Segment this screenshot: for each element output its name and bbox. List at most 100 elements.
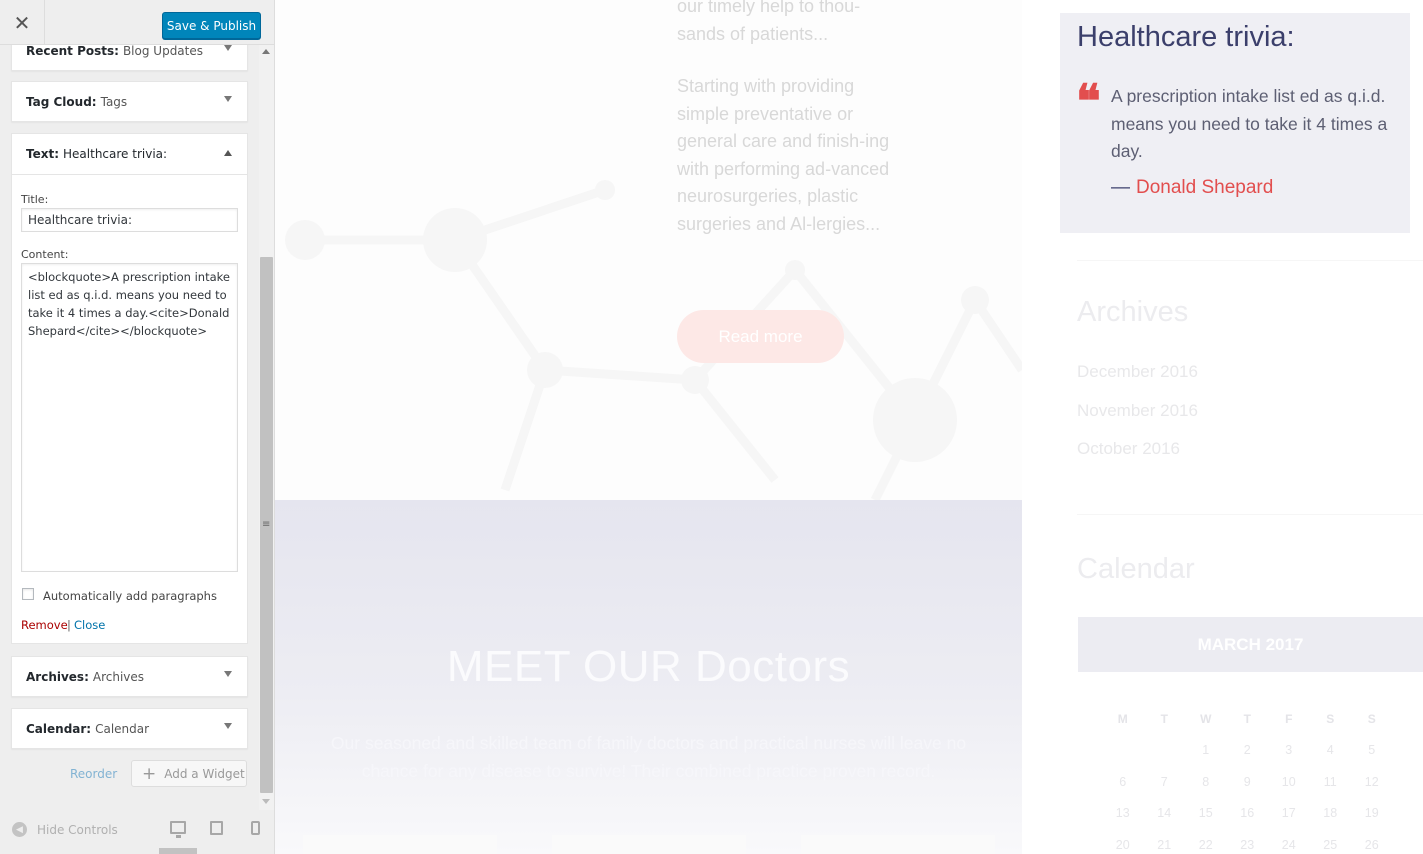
quote-icon: ❝ <box>1076 76 1101 127</box>
site-preview: our timely help to thou-sands of patient… <box>275 0 1423 854</box>
calendar-day[interactable]: 13 <box>1102 806 1144 820</box>
calendar-weekday-row: MTWTFSS <box>1102 703 1422 735</box>
calendar-weekday: M <box>1117 711 1128 726</box>
hide-controls-label[interactable]: Hide Controls <box>37 823 118 837</box>
chevron-up-icon[interactable] <box>224 150 232 156</box>
mobile-icon[interactable] <box>251 821 260 835</box>
widget-title-label: Tags <box>100 94 128 109</box>
widget-tag-cloud[interactable]: Tag Cloud: Tags <box>11 81 248 122</box>
customizer-sidebar: Recent Posts: Blog Updates Tag Cloud: Ta… <box>0 0 275 854</box>
calendar-heading: Calendar <box>1077 553 1195 585</box>
calendar-day[interactable]: 18 <box>1310 806 1352 820</box>
widget-divider <box>1077 260 1423 261</box>
doctors-heading: MEET OUR Doctors <box>446 642 851 691</box>
widget-text-header[interactable]: Text: Healthcare trivia: <box>12 134 247 175</box>
calendar-weekday: W <box>1200 711 1212 726</box>
widget-title-label: Blog Updates <box>122 43 204 58</box>
customizer-header: ✕ Save & Publish <box>0 0 274 45</box>
calendar-day[interactable]: 22 <box>1185 838 1227 852</box>
content-field[interactable]: <blockquote>A prescription intake list e… <box>21 263 238 572</box>
remove-link[interactable]: Remove <box>21 618 68 632</box>
auto-paragraphs-label: Automatically add paragraphs <box>43 589 217 603</box>
tablet-icon[interactable] <box>210 821 223 835</box>
archive-link[interactable]: December 2016 <box>1077 362 1198 382</box>
chevron-down-icon[interactable] <box>224 723 232 729</box>
trivia-heading: Healthcare trivia: <box>1077 21 1295 53</box>
title-field-label: Title: <box>21 193 49 206</box>
calendar-day[interactable]: 21 <box>1144 838 1186 852</box>
widget-divider <box>1077 514 1423 515</box>
calendar-weekday: F <box>1285 711 1293 726</box>
close-icon[interactable]: ✕ <box>0 0 45 45</box>
calendar-day[interactable]: 19 <box>1351 806 1393 820</box>
save-publish-button[interactable]: Save & Publish <box>162 12 261 39</box>
calendar-day[interactable]: 3 <box>1268 743 1310 757</box>
chevron-down-icon[interactable] <box>224 96 232 102</box>
widget-archives[interactable]: Archives: Archives <box>11 656 248 697</box>
calendar-grid: M T W T F S S 1 2 3 4 5 6 7 8 9 10 11 12 13 14 15 16 17 18 19 20 21… <box>1102 703 1422 854</box>
widget-calendar[interactable]: Calendar: Calendar <box>11 708 248 749</box>
widget-type-label: Archives: <box>26 669 89 684</box>
widget-type-label: Tag Cloud: <box>26 94 97 109</box>
calendar-day[interactable]: 5 <box>1351 743 1393 757</box>
reorder-link[interactable]: Reorder <box>70 767 117 781</box>
widget-title-label: Calendar <box>95 721 150 736</box>
calendar-day[interactable]: 11 <box>1310 775 1352 789</box>
healthcare-trivia-widget: Healthcare trivia: ❝ A prescription inta… <box>1060 13 1410 233</box>
close-link[interactable]: Close <box>74 618 105 632</box>
calendar-day[interactable]: 7 <box>1144 775 1186 789</box>
active-device-indicator <box>159 848 197 854</box>
calendar-day[interactable]: 26 <box>1351 838 1393 852</box>
molecule-background-decoration <box>285 180 1022 500</box>
trivia-citation: — Donald Shepard <box>1111 177 1273 199</box>
desktop-icon[interactable] <box>170 821 186 838</box>
calendar-weekday: S <box>1367 711 1376 726</box>
calendar-day[interactable]: 6 <box>1102 775 1144 789</box>
title-field[interactable] <box>21 208 238 232</box>
chevron-down-icon[interactable] <box>224 45 232 51</box>
hide-controls-icon[interactable]: ◀ <box>12 822 27 837</box>
calendar-weekday: S <box>1326 711 1335 726</box>
main-content-column: our timely help to thou-sands of patient… <box>275 0 1022 854</box>
calendar-day[interactable]: 17 <box>1268 806 1310 820</box>
calendar-week-row: 12345 <box>1102 735 1422 767</box>
doctor-card[interactable] <box>552 835 746 854</box>
widget-text-expanded: Text: Healthcare trivia: Title: Content:… <box>11 133 248 644</box>
calendar-day[interactable]: 10 <box>1268 775 1310 789</box>
calendar-day[interactable]: 2 <box>1227 743 1269 757</box>
calendar-day[interactable]: 16 <box>1227 806 1269 820</box>
preview-sidebar: Healthcare trivia: ❝ A prescription inta… <box>1022 0 1423 854</box>
plus-icon: + <box>142 763 157 784</box>
calendar-day[interactable]: 4 <box>1310 743 1352 757</box>
doctor-card[interactable] <box>303 835 497 854</box>
calendar-day[interactable]: 12 <box>1351 775 1393 789</box>
calendar-day[interactable]: 8 <box>1185 775 1227 789</box>
scroll-up-arrow-icon[interactable] <box>262 49 270 54</box>
calendar-week-row: 6 7 8 9 10 11 12 <box>1102 766 1422 798</box>
calendar-day[interactable]: 1 <box>1185 743 1227 757</box>
add-widget-label: Add a Widget <box>164 766 245 781</box>
read-more-button[interactable]: Read more <box>677 310 844 363</box>
doctor-card[interactable] <box>801 835 995 854</box>
link-separator: | <box>67 618 71 632</box>
scroll-down-arrow-icon[interactable] <box>262 799 270 804</box>
calendar-week-row: 20 21 22 23 24 25 26 <box>1102 829 1422 854</box>
calendar-day[interactable]: 9 <box>1227 775 1269 789</box>
calendar-day[interactable]: 15 <box>1185 806 1227 820</box>
archive-link[interactable]: October 2016 <box>1077 439 1180 459</box>
calendar-weekday: T <box>1160 711 1168 726</box>
calendar-day[interactable]: 20 <box>1102 838 1144 852</box>
calendar-day[interactable]: 24 <box>1268 838 1310 852</box>
add-widget-button[interactable]: + Add a Widget <box>131 760 247 787</box>
intro-text-tail: our timely help to thou-sands of patient… <box>677 0 861 44</box>
meet-doctors-section: MEET OUR Doctors Our seasoned and skille… <box>275 500 1022 854</box>
calendar-day[interactable]: 25 <box>1310 838 1352 852</box>
auto-paragraphs-checkbox[interactable] <box>22 588 34 600</box>
archive-link[interactable]: November 2016 <box>1077 401 1198 421</box>
calendar-weekday: T <box>1243 711 1251 726</box>
calendar-day[interactable]: 14 <box>1144 806 1186 820</box>
widget-type-label: Calendar: <box>26 721 92 736</box>
resize-handle-icon[interactable]: ≡ <box>262 519 270 530</box>
chevron-down-icon[interactable] <box>224 671 232 677</box>
calendar-day[interactable]: 23 <box>1227 829 1269 854</box>
